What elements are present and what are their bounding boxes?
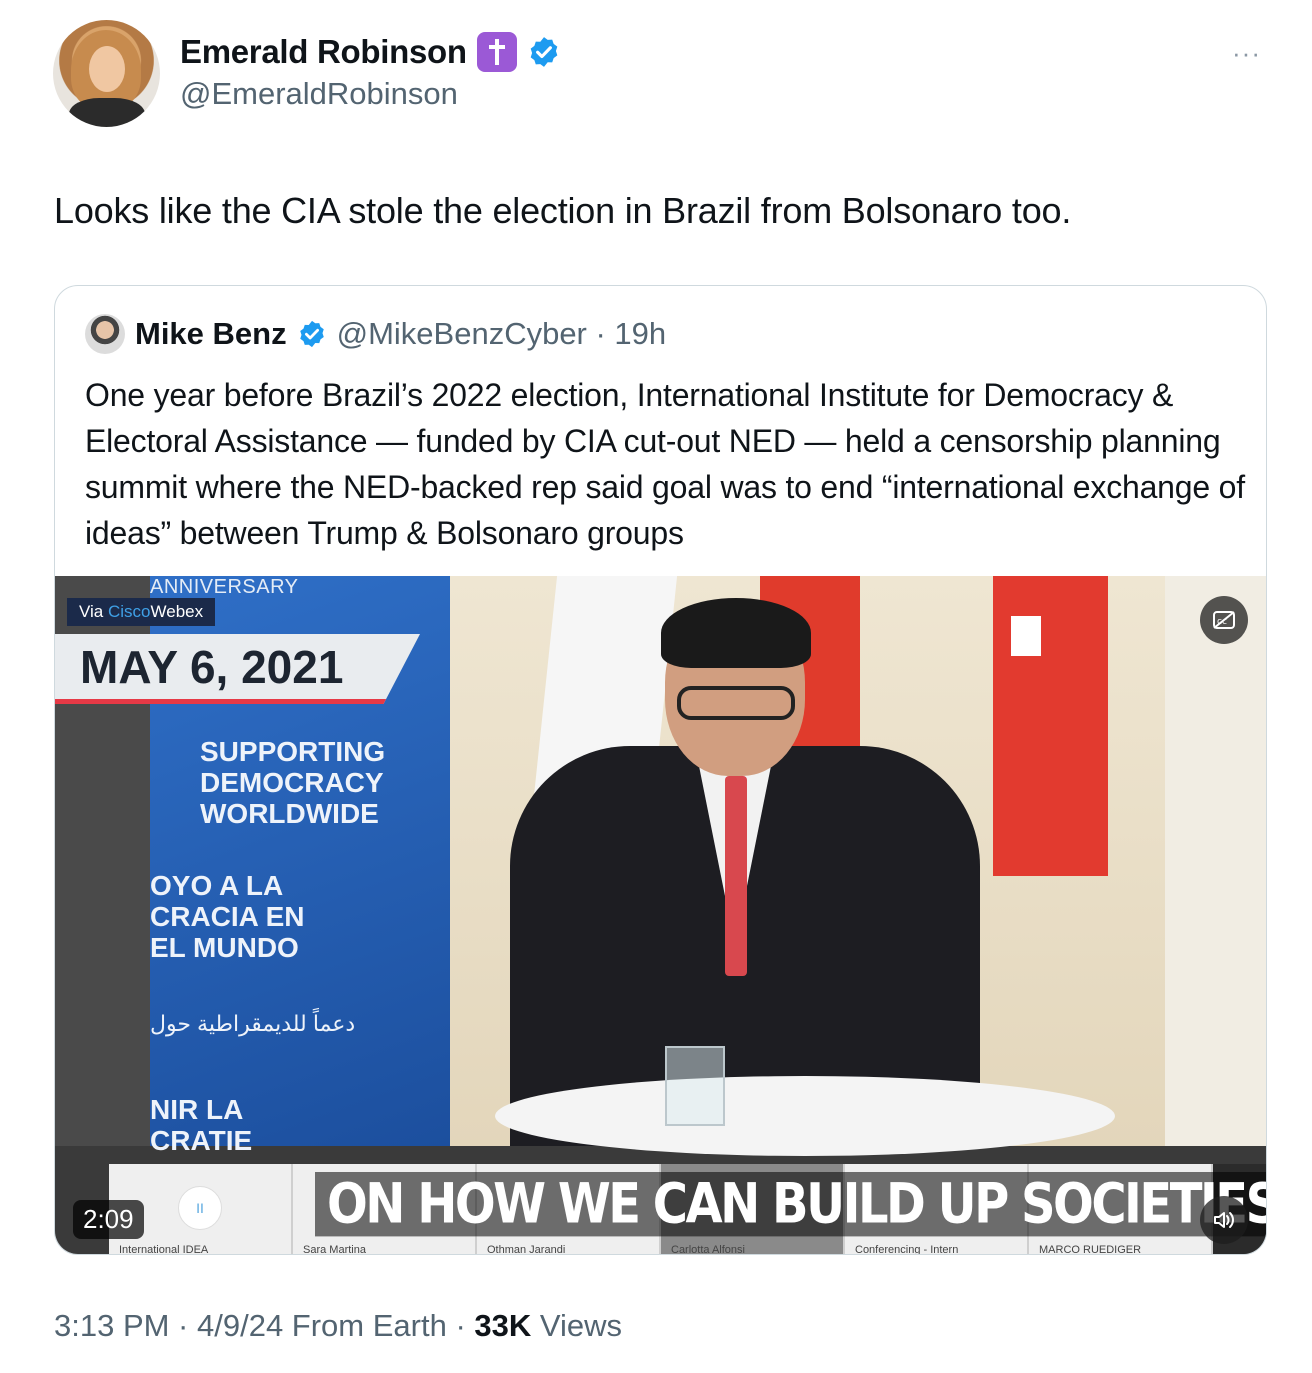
author-avatar[interactable] [53, 20, 160, 127]
video-player[interactable]: ANNIVERSARY Via CiscoWebex MAY 6, 2021 S… [55, 576, 1266, 1254]
banner-text-en: SUPPORTING DEMOCRACY WORLDWIDE [200, 736, 386, 829]
quote-handle-time: @MikeBenzCyber · 19h [336, 316, 667, 351]
views-count: 33K [474, 1308, 532, 1343]
date-text: MAY 6, 2021 [80, 641, 344, 693]
verified-badge-icon [299, 320, 324, 348]
author-handle[interactable]: @EmeraldRobinson [180, 76, 458, 112]
anniversary-text: ANNIVERSARY [150, 576, 299, 598]
banner-text-fr: NIR LA CRATIE [150, 1094, 253, 1156]
water-glass [665, 1046, 725, 1126]
timestamp[interactable]: 3:13 PM · 4/9/24 From Earth · [54, 1308, 474, 1343]
quote-header: Mike Benz @MikeBenzCyber · 19h [85, 314, 666, 354]
via-webex-tag: Via CiscoWebex [67, 598, 216, 626]
video-caption: ON HOW WE CAN BUILD UP SOCIETIES [315, 1172, 1266, 1237]
pause-icon[interactable]: II [178, 1186, 222, 1230]
tweet-text: Looks like the CIA stole the election in… [54, 190, 1072, 231]
captions-icon[interactable]: cc [1200, 596, 1248, 644]
author-name-row: Emerald Robinson [180, 32, 561, 72]
banner-text-es: OYO A LA CRACIA EN EL MUNDO [150, 870, 305, 963]
latin-cross-icon [476, 32, 517, 72]
volume-icon[interactable] [1200, 1196, 1248, 1244]
verified-badge-icon [530, 37, 558, 67]
views-label: Views [531, 1308, 623, 1343]
more-options-icon[interactable]: ··· [1232, 38, 1261, 69]
video-duration: 2:09 [73, 1200, 144, 1239]
table [495, 1076, 1115, 1156]
quote-avatar[interactable] [85, 314, 125, 354]
banner-text-ar: دعماً للديمقراطية حول [150, 1011, 356, 1036]
quoted-tweet[interactable]: Mike Benz @MikeBenzCyber · 19h One year … [54, 285, 1267, 1255]
quote-text: One year before Brazil’s 2022 election, … [85, 377, 1245, 551]
author-name[interactable]: Emerald Robinson [180, 33, 467, 71]
tweet-meta: 3:13 PM · 4/9/24 From Earth · 33K Views [54, 1308, 622, 1344]
quote-author-name[interactable]: Mike Benz [135, 316, 287, 352]
